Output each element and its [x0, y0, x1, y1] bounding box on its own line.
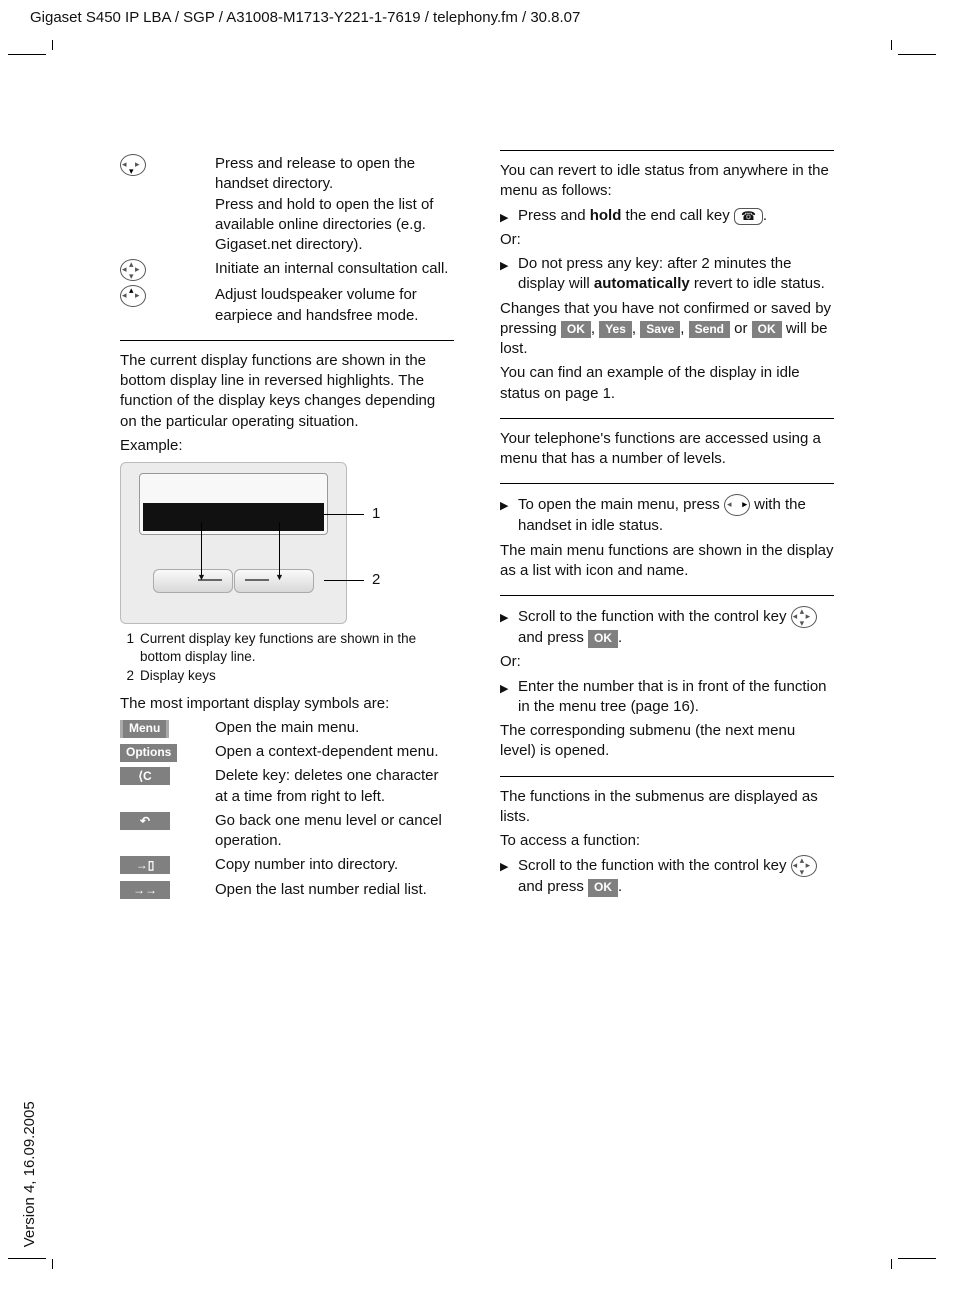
bullet: Do not press any key: after 2 minutes th…: [500, 254, 834, 295]
caption-row: 1Current display key functions are shown…: [120, 630, 454, 666]
symbol-desc: Open the last number redial list.: [215, 880, 454, 900]
symbol-row: →▯ Copy number into directory.: [120, 855, 454, 875]
nav-scroll-icon: ▾: [791, 855, 817, 877]
symbol-desc: Delete key: deletes one character at a t…: [215, 766, 454, 807]
display-key-icon: ⟨C: [120, 767, 170, 785]
paragraph: Changes that you have not confirmed or s…: [500, 299, 834, 360]
caption-row: 2Display keys: [120, 667, 454, 685]
save-chip: Save: [640, 321, 680, 339]
crop-mark: [890, 40, 892, 50]
bullet: To open the main menu, press with the ha…: [500, 494, 834, 536]
paragraph: The functions in the submenus are displa…: [500, 787, 834, 828]
send-chip: Send: [689, 321, 730, 339]
or-label: Or:: [500, 230, 834, 250]
crop-tick: [8, 54, 46, 55]
nav-key-desc: Adjust loudspeaker volume for earpiece a…: [215, 285, 454, 326]
nav-both-icon: ▾: [120, 259, 146, 281]
symbol-row: Options Open a context-dependent menu.: [120, 742, 454, 762]
paragraph: You can find an example of the display i…: [500, 363, 834, 404]
end-call-key-icon: ☎: [734, 208, 763, 226]
ok-chip: OK: [588, 879, 618, 897]
divider: [500, 418, 834, 419]
symbol-row: Menu Open the main menu.: [120, 718, 454, 738]
symbol-row: ⟨C Delete key: deletes one character at a…: [120, 766, 454, 807]
bullet: Scroll to the function with the control …: [500, 606, 834, 648]
content-columns: Press and release to open the handset di…: [120, 150, 834, 1187]
divider: [500, 595, 834, 596]
crop-mark: [52, 1259, 54, 1269]
nav-key-desc: Initiate an internal consultation call.: [215, 259, 454, 281]
nav-key-row: ▾ Initiate an internal consultation call.: [120, 259, 454, 281]
crop-mark: [52, 40, 63, 50]
crop-tick: [8, 1258, 46, 1259]
nav-key-row: Press and release to open the handset di…: [120, 154, 454, 255]
yes-chip: Yes: [599, 321, 632, 339]
ok-chip: OK: [752, 321, 782, 339]
symbol-row: →→ Open the last number redial list.: [120, 880, 454, 900]
paragraph: Your telephone's functions are accessed …: [500, 429, 834, 470]
version-label: Version 4, 16.09.2005: [20, 1101, 40, 1247]
ok-chip: OK: [588, 630, 618, 648]
diagram-block: 1 2 1Current display key functions are s…: [120, 462, 454, 686]
crop-mark: [890, 1259, 892, 1269]
paragraph: You can revert to idle status from anywh…: [500, 161, 834, 202]
crop-tick: [898, 1258, 936, 1259]
display-key-icon: →▯: [120, 856, 170, 874]
ok-chip: OK: [561, 321, 591, 339]
nav-right-icon: [724, 494, 750, 516]
or-label: Or:: [500, 652, 834, 672]
divider: [500, 150, 834, 151]
nav-scroll-icon: ▾: [791, 606, 817, 628]
symbol-desc: Copy number into directory.: [215, 855, 454, 875]
phone-diagram: 1 2: [120, 462, 390, 624]
display-key-icon: Menu: [120, 720, 169, 738]
nav-key-desc: Press and release to open the handset di…: [215, 154, 454, 255]
divider: [120, 340, 454, 341]
display-key-icon: Options: [120, 744, 177, 762]
display-key-icon: →→: [120, 881, 170, 899]
paragraph: The main menu functions are shown in the…: [500, 541, 834, 582]
symbol-table: Menu Open the main menu. Options Open a con…: [120, 718, 454, 900]
paragraph: The corresponding submenu (the next menu…: [500, 721, 834, 762]
nav-key-row: Adjust loudspeaker volume for earpiece a…: [120, 285, 454, 326]
divider: [500, 776, 834, 777]
crop-tick: [898, 54, 936, 55]
symbol-desc: Open a context-dependent menu.: [215, 742, 454, 762]
nav-key-list: Press and release to open the handset di…: [120, 154, 454, 326]
diagram-captions: 1Current display key functions are shown…: [120, 630, 454, 686]
callout-2: 2: [372, 570, 380, 590]
paragraph: The current display functions are shown …: [120, 351, 454, 432]
symbol-desc: Open the main menu.: [215, 718, 454, 738]
page: Gigaset S450 IP LBA / SGP / A31008-M1713…: [0, 0, 954, 1307]
paragraph: The most important display symbols are:: [120, 694, 454, 714]
header-path: Gigaset S450 IP LBA / SGP / A31008-M1713…: [30, 8, 580, 28]
display-key-icon: ↶: [120, 812, 170, 830]
divider: [500, 483, 834, 484]
nav-up-icon: [120, 285, 146, 307]
bullet: Enter the number that is in front of the…: [500, 677, 834, 718]
bullet: Press and hold the end call key ☎.: [500, 206, 834, 226]
paragraph: To access a function:: [500, 831, 834, 851]
callout-1: 1: [372, 504, 380, 524]
nav-down-icon: [120, 154, 146, 176]
bullet: Scroll to the function with the control …: [500, 855, 834, 897]
symbol-row: ↶ Go back one menu level or cancel operat…: [120, 811, 454, 852]
symbol-desc: Go back one menu level or cancel operati…: [215, 811, 454, 852]
example-label: Example:: [120, 436, 454, 456]
